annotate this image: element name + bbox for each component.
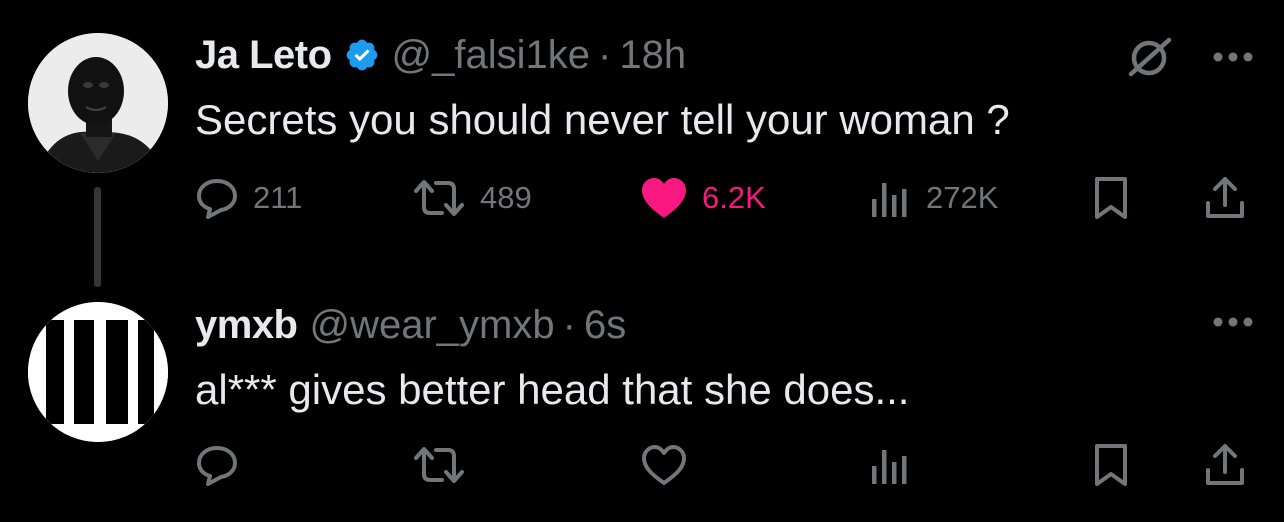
share-button[interactable] — [1203, 442, 1247, 488]
views-icon — [872, 183, 907, 217]
more-icon[interactable] — [1212, 51, 1254, 63]
tweet-header: ymxb @wear_ymxb · 6s — [195, 300, 626, 350]
bookmark-icon — [1095, 444, 1127, 486]
ymxb-bars-logo — [28, 302, 168, 442]
retweet-button[interactable]: 489 — [412, 175, 532, 221]
heart-outline-icon — [642, 445, 686, 485]
share-icon — [1206, 177, 1244, 218]
tweet-header: Ja Leto @_falsi1ke · 18h — [195, 30, 686, 80]
tweet-thread: Ja Leto @_falsi1ke · 18h Secrets you sho… — [0, 0, 1284, 522]
verified-badge-icon — [346, 39, 377, 71]
separator-dot: · — [562, 303, 576, 347]
views-icon — [872, 450, 907, 484]
heart-filled-icon — [642, 178, 686, 218]
timestamp[interactable]: 18h — [619, 30, 686, 80]
like-button[interactable]: 6.2K — [640, 175, 766, 221]
timestamp[interactable]: 6s — [584, 300, 626, 350]
views-count: 272K — [926, 180, 999, 215]
avatar[interactable] — [28, 302, 168, 442]
reply-icon — [197, 446, 237, 486]
reply-count: 211 — [253, 180, 303, 215]
tweet-text: al*** gives better head that she does... — [195, 366, 910, 413]
retweet-count: 489 — [480, 180, 532, 215]
reply-icon — [197, 179, 237, 219]
retweet-icon — [414, 180, 464, 216]
separator-dot: · — [598, 33, 612, 77]
reply-button[interactable] — [195, 442, 253, 488]
like-button[interactable] — [640, 442, 702, 488]
retweet-icon — [414, 447, 464, 483]
author-name[interactable]: Ja Leto — [195, 30, 332, 80]
reply-button[interactable]: 211 — [195, 175, 302, 221]
bookmark-icon — [1095, 177, 1127, 219]
share-icon — [1206, 444, 1244, 485]
retweet-button[interactable] — [412, 442, 480, 488]
bookmark-button[interactable] — [1092, 175, 1130, 221]
like-count: 6.2K — [702, 180, 766, 215]
author-handle[interactable]: @_falsi1ke — [392, 30, 590, 80]
bookmark-button[interactable] — [1092, 442, 1130, 488]
more-icon[interactable] — [1212, 316, 1254, 328]
person-photo-avatar — [28, 33, 168, 173]
author-handle[interactable]: @wear_ymxb — [310, 300, 555, 350]
grok-icon[interactable] — [1125, 36, 1175, 78]
share-button[interactable] — [1203, 175, 1247, 221]
tweet-original[interactable]: Ja Leto @_falsi1ke · 18h Secrets you sho… — [0, 0, 1284, 287]
views-button[interactable]: 272K — [868, 175, 998, 221]
tweet-text: Secrets you should never tell your woman… — [195, 96, 1010, 143]
avatar[interactable] — [28, 33, 168, 173]
tweet-reply[interactable]: ymxb @wear_ymxb · 6s al*** gives better … — [0, 270, 1284, 522]
author-name[interactable]: ymxb — [195, 300, 298, 350]
views-button[interactable] — [868, 442, 926, 488]
